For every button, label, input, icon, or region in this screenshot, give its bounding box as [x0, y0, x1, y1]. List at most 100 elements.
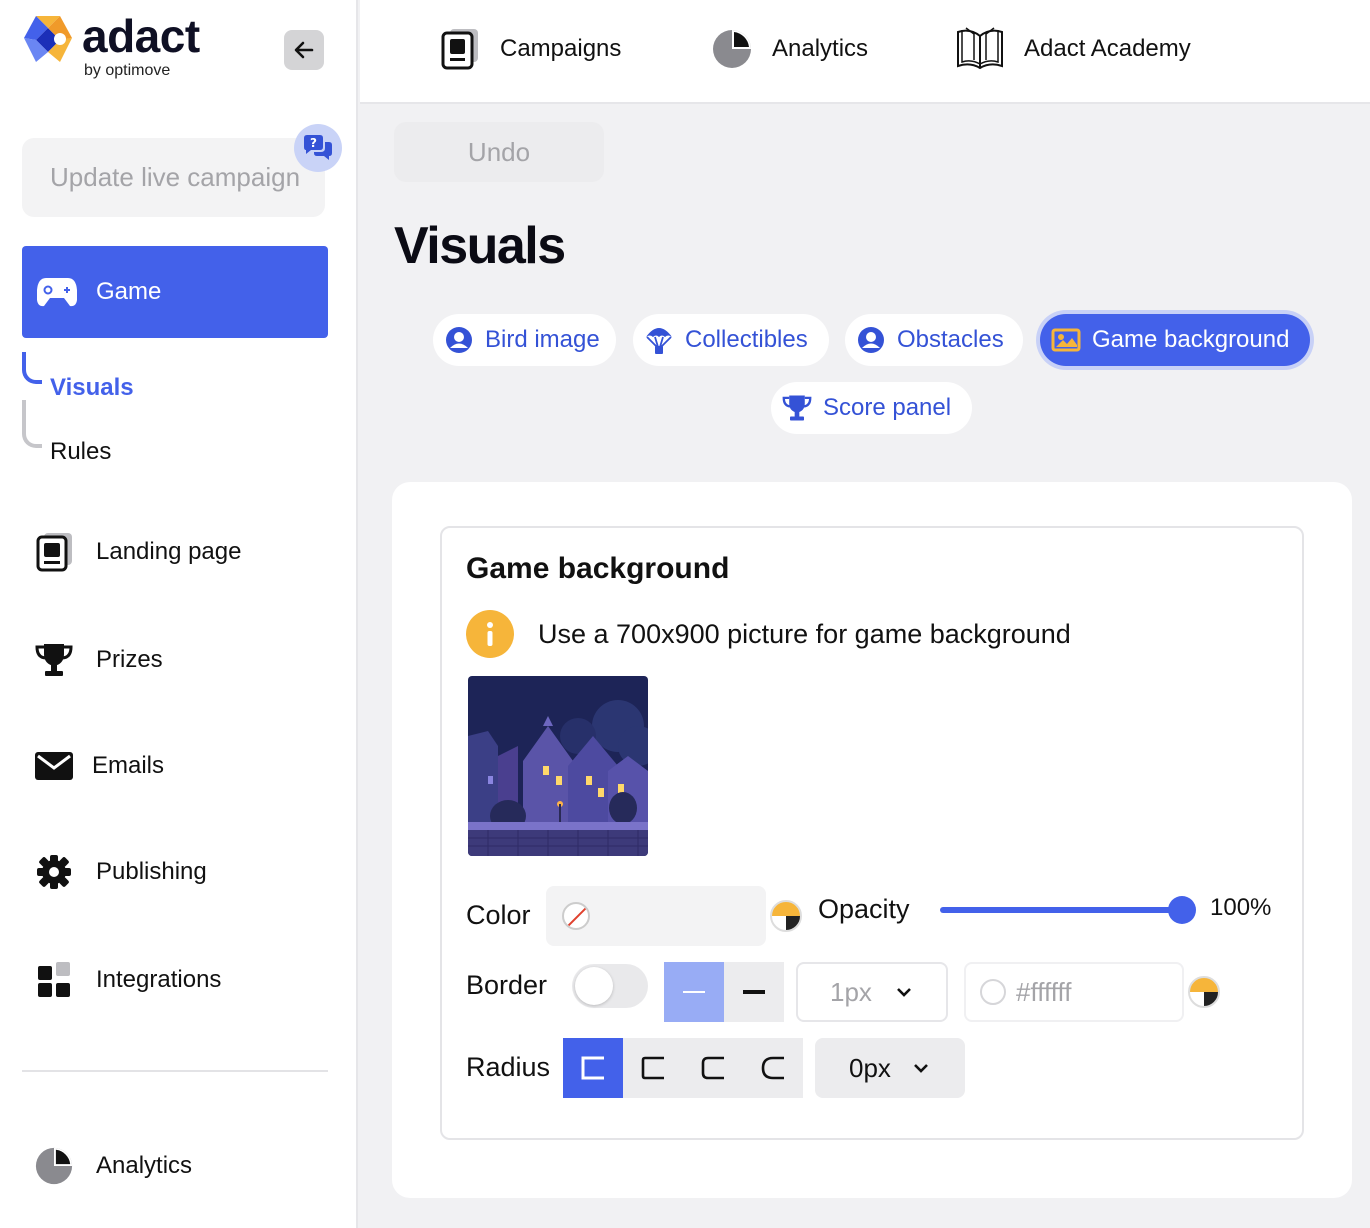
envelope-icon — [34, 746, 74, 786]
border-toggle[interactable] — [572, 964, 648, 1008]
border-color-input[interactable]: #ffffff — [964, 962, 1184, 1022]
update-live-campaign-button[interactable]: Update live campaign — [22, 138, 325, 217]
border-color-value: #ffffff — [1016, 976, 1072, 1007]
top-nav-analytics[interactable]: Analytics — [710, 26, 868, 72]
undo-button[interactable]: Undo — [394, 122, 604, 182]
sidebar-item-label: Analytics — [96, 1152, 193, 1179]
top-navigation: Campaigns Analytics Adact Academy — [360, 0, 1370, 104]
page-title: Visuals — [394, 217, 566, 275]
tab-label: Game background — [1092, 326, 1290, 353]
help-chat-icon: ? — [304, 135, 332, 160]
user-circle-icon — [443, 324, 475, 356]
tab-label: Collectibles — [685, 326, 808, 353]
info-icon — [466, 610, 514, 658]
sidebar-item-analytics[interactable]: Analytics — [34, 1142, 192, 1190]
radius-large-button[interactable] — [743, 1038, 803, 1098]
corner-small-icon — [641, 1056, 664, 1080]
sidebar-item-prizes[interactable]: Prizes — [34, 636, 163, 684]
sidebar-item-integrations[interactable]: Integrations — [34, 956, 221, 1004]
sidebar-item-label: Emails — [92, 752, 165, 779]
opacity-slider[interactable] — [940, 896, 1196, 924]
top-nav-analytics-label: Analytics — [772, 35, 869, 62]
subnav-rules[interactable]: Rules — [50, 438, 111, 466]
tab-score-panel[interactable]: Score panel — [771, 382, 972, 434]
image-icon — [1050, 324, 1082, 356]
top-nav-campaigns[interactable]: Campaigns — [438, 26, 621, 72]
gear-icon — [34, 852, 74, 892]
radius-square-button[interactable] — [563, 1038, 623, 1098]
opacity-value: 100% — [1210, 894, 1272, 921]
background-image-thumbnail[interactable] — [468, 676, 648, 856]
gamepad-icon — [36, 271, 78, 313]
subnav-rail-active — [22, 352, 42, 384]
border-width-value: 1px — [830, 976, 872, 1007]
border-width-dropdown[interactable]: 1px — [796, 962, 948, 1022]
border-label: Border — [466, 970, 548, 1000]
info-text: Use a 700x900 picture for game backgroun… — [538, 618, 1071, 649]
sidebar-item-label: Publishing — [96, 858, 207, 885]
sidebar-item-game-label: Game — [96, 278, 162, 305]
sidebar-item-label: Integrations — [96, 966, 222, 993]
line-thick-icon — [743, 990, 765, 994]
color-swatch-icon — [980, 979, 1006, 1005]
pie-chart-icon — [710, 27, 754, 71]
pie-chart-icon — [34, 1146, 74, 1186]
border-style-selector — [664, 962, 784, 1022]
sidebar-item-landing-page[interactable]: Landing page — [34, 528, 241, 576]
parachute-icon — [643, 324, 675, 356]
tab-collectibles[interactable]: Collectibles — [633, 314, 829, 366]
info-message: Use a 700x900 picture for game backgroun… — [466, 610, 1071, 658]
radius-small-button[interactable] — [623, 1038, 683, 1098]
no-color-swatch-icon — [562, 902, 590, 930]
color-picker-icon[interactable] — [770, 900, 802, 932]
top-nav-academy[interactable]: Adact Academy — [954, 26, 1191, 72]
sidebar-item-emails[interactable]: Emails — [34, 742, 164, 790]
sidebar-item-game[interactable]: Game — [22, 246, 328, 338]
arrow-left-icon — [294, 41, 314, 59]
radius-value: 0px — [849, 1052, 891, 1083]
integrations-icon — [34, 960, 74, 1000]
top-nav-academy-label: Adact Academy — [1024, 35, 1191, 62]
border-thick-button[interactable] — [724, 962, 784, 1022]
corner-square-icon — [581, 1056, 604, 1080]
section-title: Game background — [466, 552, 730, 585]
svg-text:?: ? — [310, 136, 317, 150]
subnav-visuals[interactable]: Visuals — [50, 374, 134, 402]
sidebar-item-label: Landing page — [96, 538, 242, 565]
tab-game-background[interactable]: Game background — [1040, 314, 1310, 366]
sidebar-divider — [22, 1070, 328, 1072]
landing-page-icon — [34, 532, 74, 572]
opacity-label: Opacity — [818, 894, 910, 924]
book-icon — [954, 27, 1006, 71]
radius-dropdown[interactable]: 0px — [815, 1038, 965, 1098]
chevron-down-icon — [914, 1064, 928, 1073]
line-solid-icon — [683, 991, 705, 993]
campaigns-icon — [438, 27, 482, 71]
radius-style-selector — [563, 1038, 803, 1098]
tab-obstacles[interactable]: Obstacles — [845, 314, 1023, 366]
sidebar-item-publishing[interactable]: Publishing — [34, 848, 207, 896]
border-color-picker-icon[interactable] — [1188, 976, 1220, 1008]
color-label: Color — [466, 900, 531, 930]
chevron-down-icon — [897, 988, 911, 997]
opacity-slider-track — [940, 907, 1182, 913]
radius-label: Radius — [466, 1052, 551, 1082]
border-toggle-knob — [575, 967, 613, 1005]
color-input[interactable] — [546, 886, 766, 946]
radius-medium-button[interactable] — [683, 1038, 743, 1098]
brand-logo[interactable]: adact by optimove — [22, 10, 200, 80]
corner-medium-icon — [701, 1056, 724, 1080]
trophy-icon — [781, 392, 813, 424]
adact-logo-icon — [22, 14, 74, 64]
border-solid-button[interactable] — [664, 962, 724, 1022]
opacity-slider-thumb[interactable] — [1168, 896, 1196, 924]
collapse-sidebar-button[interactable] — [284, 30, 324, 70]
brand-name: adact — [82, 10, 200, 62]
tab-label: Bird image — [485, 326, 600, 353]
help-chat-button[interactable]: ? — [294, 124, 342, 172]
brand-sub: by optimove — [84, 62, 171, 79]
tab-bird-image[interactable]: Bird image — [433, 314, 616, 366]
user-circle-icon — [855, 324, 887, 356]
top-nav-campaigns-label: Campaigns — [500, 35, 622, 62]
trophy-icon — [34, 640, 74, 680]
